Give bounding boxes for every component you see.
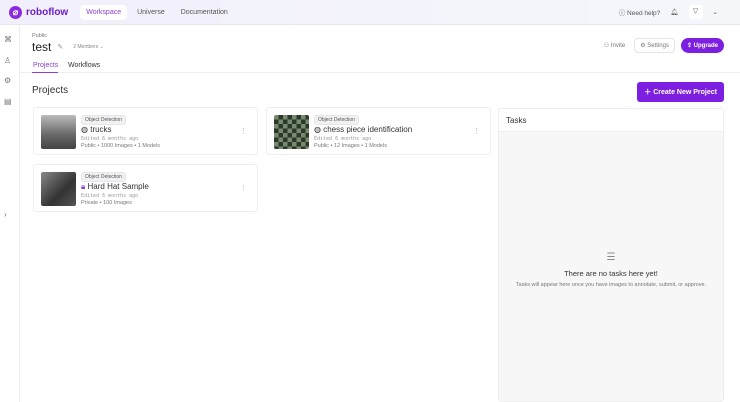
checklist-icon: ☰: [606, 252, 616, 263]
tasks-panel: Tasks ☰ There are no tasks here yet! Tas…: [498, 108, 724, 402]
project-meta: Private • 100 Images: [81, 200, 132, 206]
workspace-name: test: [32, 40, 52, 54]
sidebar-models-icon[interactable]: ⌘: [4, 35, 12, 44]
tab-workflows[interactable]: Workflows: [68, 62, 100, 69]
roboflow-logo[interactable]: ⌀ roboflow: [9, 5, 68, 19]
more-options-icon[interactable]: ⋮: [240, 184, 247, 192]
project-thumbnail: [274, 115, 309, 149]
gear-icon: ⚙: [640, 43, 646, 49]
plus-icon: ＋: [644, 89, 652, 96]
project-name: ◍ trucks: [81, 125, 112, 134]
project-thumbnail: [41, 115, 76, 149]
project-type-badge: Object Detection: [81, 172, 126, 182]
user-plus-icon: ⚇: [603, 43, 610, 49]
workspace-visibility: Public: [32, 33, 47, 39]
project-name: ◍ chess piece identification: [314, 125, 413, 134]
upgrade-button[interactable]: ⇪ Upgrade: [680, 38, 724, 53]
sidebar-expand-icon[interactable]: ›: [4, 210, 7, 219]
globe-icon: ◍: [81, 125, 88, 134]
logo-icon: ⌀: [9, 5, 22, 19]
bell-icon[interactable]: 🔔︎: [670, 8, 678, 16]
more-options-icon[interactable]: ⋮: [473, 127, 480, 135]
sidebar-docs-icon[interactable]: ▤: [4, 97, 12, 106]
tab-indicator: [32, 72, 58, 73]
tab-projects[interactable]: Projects: [33, 62, 58, 69]
project-name: 🔒︎ Hard Hat Sample: [81, 182, 149, 191]
avatar[interactable]: ▽: [688, 5, 703, 19]
top-bar: ⌀ roboflow Workspace Universe Documentati…: [0, 0, 740, 25]
sidebar-settings-icon[interactable]: ⚙: [4, 76, 11, 85]
upgrade-icon: ⇪: [686, 43, 692, 49]
tasks-empty-title: There are no tasks here yet!: [564, 269, 658, 278]
sidebar-trophy-icon[interactable]: ♙: [4, 56, 11, 65]
members-dropdown[interactable]: 2 Members ⌄: [73, 44, 104, 50]
tasks-empty-desc: Tasks will appear here once you have ima…: [515, 282, 707, 288]
project-meta: Public • 12 Images • 1 Models: [314, 143, 387, 149]
settings-button[interactable]: ⚙ Settings: [634, 38, 675, 53]
create-project-button[interactable]: ＋ Create New Project: [637, 82, 724, 102]
project-edited: Edited 6 months ago: [314, 136, 372, 142]
project-edited: Edited 6 months ago: [81, 193, 139, 199]
more-options-icon[interactable]: ⋮: [240, 127, 247, 135]
chevron-down-icon[interactable]: ⌄: [713, 8, 718, 16]
tabs: Projects Workflows: [20, 58, 740, 73]
project-thumbnail: [41, 172, 76, 206]
nav-workspace[interactable]: Workspace: [80, 4, 128, 20]
project-edited: Edited 6 months ago: [81, 136, 139, 142]
projects-heading: Projects: [32, 85, 69, 96]
sidebar: ⌘ ♙ ⚙ ▤ ›: [0, 25, 20, 402]
project-type-badge: Object Detection: [81, 115, 126, 125]
globe-icon: ◍: [314, 125, 321, 134]
edit-icon[interactable]: ✎: [57, 43, 63, 51]
project-card[interactable]: Object Detection ◍ chess piece identific…: [266, 107, 491, 155]
nav-universe[interactable]: Universe: [131, 5, 171, 20]
tasks-title: Tasks: [499, 109, 723, 132]
lock-icon: 🔒︎: [81, 182, 86, 191]
project-type-badge: Object Detection: [314, 115, 359, 125]
project-card[interactable]: Object Detection ◍ trucks Edited 6 month…: [33, 107, 258, 155]
project-card[interactable]: Object Detection 🔒︎ Hard Hat Sample Edit…: [33, 164, 258, 212]
help-icon: ⓘ: [618, 10, 626, 17]
help-button[interactable]: ⓘ Need help?: [619, 7, 661, 17]
invite-button[interactable]: ⚇ Invite: [601, 39, 628, 52]
nav-documentation[interactable]: Documentation: [175, 5, 234, 20]
project-meta: Public • 1000 Images • 1 Models: [81, 143, 161, 149]
